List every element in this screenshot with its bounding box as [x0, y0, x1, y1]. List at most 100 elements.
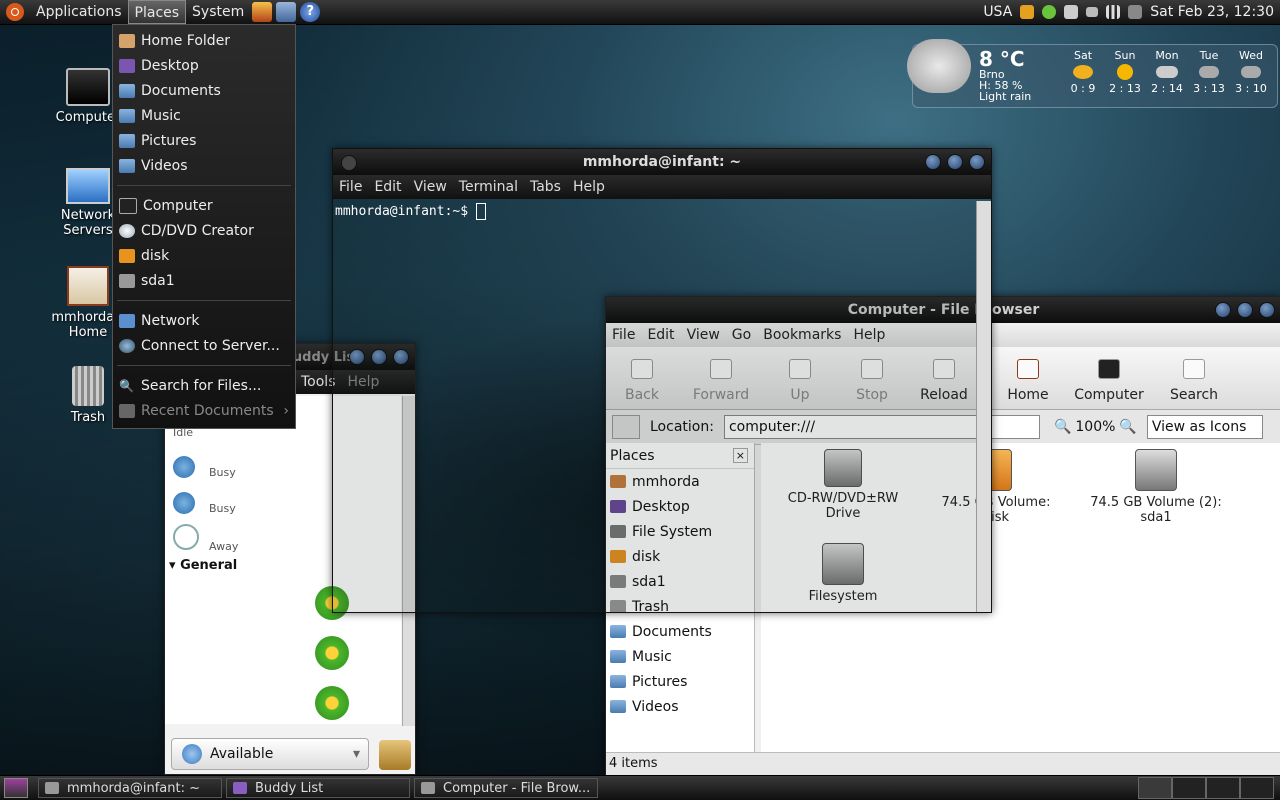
places-menu-button[interactable]: Places	[127, 0, 187, 24]
menu-item-recent-documents[interactable]: Recent Documents ›	[113, 398, 295, 423]
sidebar-item-videos[interactable]: Videos	[606, 694, 754, 719]
menu-item-documents[interactable]: Documents	[113, 78, 295, 103]
forecast-day: Tue 3 : 13	[1193, 49, 1225, 95]
minimize-button[interactable]	[1215, 302, 1231, 318]
menu-item-videos[interactable]: Videos	[113, 153, 295, 178]
menu-item-pictures[interactable]: Pictures	[113, 128, 295, 153]
maximize-button[interactable]	[947, 154, 963, 170]
battery-icon[interactable]	[1086, 7, 1099, 17]
group-general[interactable]: ▾ General	[169, 558, 237, 573]
zoom-level[interactable]: 100%	[1075, 419, 1115, 435]
taskbar-terminal[interactable]: mmhorda@infant: ~	[38, 778, 222, 798]
network-icon	[66, 168, 110, 204]
ubuntu-logo-icon[interactable]	[6, 3, 24, 21]
workspace-4[interactable]	[1240, 777, 1274, 799]
search-icon	[1183, 359, 1205, 379]
menu-tabs[interactable]: Tabs	[524, 179, 567, 195]
forecast-day: Mon 2 : 14	[1151, 49, 1183, 95]
firefox-launcher-icon[interactable]	[252, 2, 273, 22]
menu-view[interactable]: View	[408, 179, 453, 195]
home-icon	[119, 33, 135, 48]
menu-item-music[interactable]: Music	[113, 103, 295, 128]
mail-notify-icon[interactable]	[379, 740, 411, 770]
workspace-3[interactable]	[1206, 777, 1240, 799]
menu-file[interactable]: File	[333, 179, 368, 195]
clock[interactable]: Sat Feb 23, 12:30	[1150, 4, 1274, 20]
folder-icon	[119, 158, 135, 173]
pidgin-tray-icon[interactable]	[1042, 5, 1057, 19]
taskbar-buddy-list[interactable]: Buddy List	[226, 778, 410, 798]
forecast-day: Wed 3 : 10	[1235, 49, 1267, 95]
cd-icon	[119, 223, 135, 238]
desktop-icon-label: Trash	[70, 410, 106, 425]
menu-item-disk[interactable]: disk	[113, 243, 295, 268]
computer-button[interactable]: Computer	[1064, 359, 1154, 409]
menu-terminal[interactable]: Terminal	[453, 179, 524, 195]
sidebar-item-pictures[interactable]: Pictures	[606, 669, 754, 694]
menu-item-desktop[interactable]: Desktop	[113, 53, 295, 78]
volume-icon[interactable]	[1128, 5, 1143, 19]
zoom-out-icon[interactable]: 🔍	[1054, 419, 1071, 435]
help-launcher-icon[interactable]: ?	[300, 2, 321, 22]
menu-item-sda1[interactable]: sda1	[113, 268, 295, 293]
close-button[interactable]	[1259, 302, 1275, 318]
menu-help[interactable]: Help	[567, 179, 611, 195]
desktop-icon-label: Network Servers	[60, 208, 116, 238]
computer-icon	[1098, 359, 1120, 379]
clock-icon	[173, 524, 199, 550]
sidebar-item-music[interactable]: Music	[606, 644, 754, 669]
update-notifier-icon[interactable]	[1020, 5, 1035, 19]
menu-item-computer[interactable]: Computer	[113, 193, 295, 218]
buddy-avatar-icon	[173, 492, 195, 514]
menu-item-home-folder[interactable]: Home Folder	[113, 28, 295, 53]
applications-menu[interactable]: Applications	[30, 0, 128, 24]
folder-icon	[119, 133, 135, 148]
zoom-in-icon[interactable]: 🔍	[1119, 419, 1136, 435]
terminal-body[interactable]: mmhorda@infant:~$	[333, 201, 977, 612]
close-button[interactable]	[969, 154, 985, 170]
menu-item-connect-server[interactable]: Connect to Server...	[113, 333, 295, 358]
minimize-button[interactable]	[925, 154, 941, 170]
sidebar-item-documents[interactable]: Documents	[606, 619, 754, 644]
globe-icon	[119, 338, 135, 353]
workspace-1[interactable]	[1138, 777, 1172, 799]
sun-icon	[1117, 64, 1133, 80]
weather-condition: Light rain	[979, 90, 1032, 103]
icq-flower-icon	[315, 636, 349, 670]
system-menu[interactable]: System	[186, 0, 250, 24]
harddisk-icon	[1135, 449, 1177, 491]
keyboard-layout[interactable]: USA	[983, 4, 1012, 20]
menu-separator	[117, 365, 291, 366]
taskbar-file-browser[interactable]: Computer - File Brow...	[414, 778, 598, 798]
menu-edit[interactable]: Edit	[368, 179, 407, 195]
icq-flower-icon	[315, 686, 349, 720]
chevron-down-icon: ▾	[352, 746, 360, 762]
menu-item-cd-dvd-creator[interactable]: CD/DVD Creator	[113, 218, 295, 243]
drive-icon	[119, 273, 135, 288]
chat-tray-icon[interactable]	[1064, 5, 1079, 19]
folder-icon	[610, 625, 626, 638]
cloud-icon	[1156, 66, 1178, 78]
cloud-icon	[1241, 66, 1261, 78]
window-menu-icon[interactable]	[341, 155, 357, 171]
show-desktop-icon[interactable]	[4, 778, 28, 798]
buddy-status: Busy	[209, 466, 236, 479]
workspace-2[interactable]	[1172, 777, 1206, 799]
mail-launcher-icon[interactable]	[276, 2, 297, 22]
buddy-status: Busy	[209, 502, 236, 515]
cloud-icon	[1199, 66, 1219, 78]
network-signal-icon[interactable]	[1106, 5, 1121, 19]
menu-item-network[interactable]: Network	[113, 308, 295, 333]
item-volume-sda1[interactable]: 74.5 GB Volume (2): sda1	[1081, 449, 1231, 525]
terminal-scrollbar[interactable]	[976, 201, 991, 612]
terminal-prompt: mmhorda@infant:~$	[335, 204, 469, 219]
desktop-icon-label: Computer	[55, 110, 121, 125]
home-button[interactable]: Home	[992, 359, 1064, 409]
status-selector[interactable]: Available ▾	[171, 738, 369, 770]
terminal-titlebar[interactable]: mmhorda@infant: ~	[333, 149, 991, 175]
maximize-button[interactable]	[1237, 302, 1253, 318]
terminal-cursor	[475, 203, 486, 220]
menu-item-search-files[interactable]: 🔍 Search for Files...	[113, 373, 295, 398]
search-button[interactable]: Search	[1154, 359, 1234, 409]
view-mode-select[interactable]: View as Icons	[1146, 415, 1263, 439]
